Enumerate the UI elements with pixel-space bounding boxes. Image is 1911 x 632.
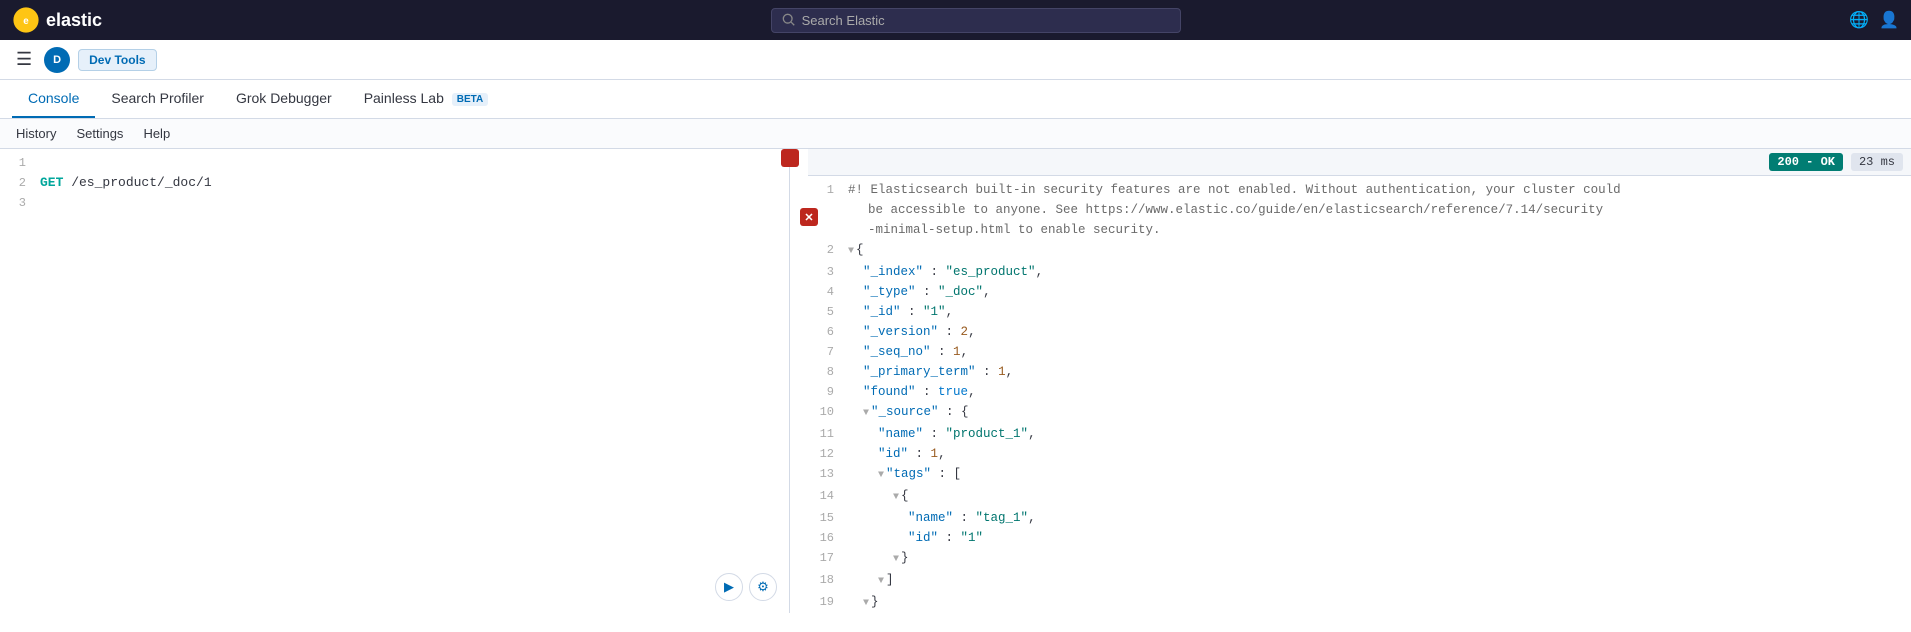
resp-line-2: 2 ▼{ [808, 240, 1911, 262]
resp-line-4: 4 "_type" : "_doc", [808, 282, 1911, 302]
top-bar-right: 🌐 👤 [1849, 10, 1899, 30]
search-placeholder: Search Elastic [802, 13, 885, 28]
resp-line-11: 11 "name" : "product_1", [808, 424, 1911, 444]
dev-tools-button[interactable]: Dev Tools [78, 49, 156, 71]
editor-line-3: 3 [0, 193, 789, 213]
error-icon [781, 149, 799, 167]
line-num-3: 3 [0, 193, 36, 213]
time-badge: 23 ms [1851, 153, 1903, 171]
tab-bar: Console Search Profiler Grok Debugger Pa… [0, 80, 1911, 119]
tab-search-profiler[interactable]: Search Profiler [95, 80, 220, 118]
beta-badge: BETA [452, 93, 488, 106]
status-badge: 200 - OK [1769, 153, 1843, 171]
resp-line-18: 18 ▼] [808, 570, 1911, 592]
resp-line-15: 15 "name" : "tag_1", [808, 508, 1911, 528]
collapse-13[interactable]: ▼ [878, 466, 884, 486]
search-icon [782, 13, 796, 27]
elastic-logo-icon: e [12, 6, 40, 34]
user-icon[interactable]: 👤 [1879, 10, 1899, 30]
line-content-2: GET /es_product/_doc/1 [36, 173, 789, 193]
help-button[interactable]: Help [139, 123, 174, 144]
search-bar[interactable]: Search Elastic [771, 8, 1181, 33]
menu-button[interactable]: ☰ [12, 45, 36, 74]
resp-line-17: 17 ▼} [808, 548, 1911, 570]
response-header: 200 - OK 23 ms [808, 149, 1911, 176]
editor-actions: ▶ ⚙ [715, 573, 777, 601]
editor-line-2: 2 GET /es_product/_doc/1 [0, 173, 789, 193]
editor-lines: 1 2 GET /es_product/_doc/1 3 [0, 149, 789, 217]
top-bar: e elastic Search Elastic 🌐 👤 [0, 0, 1911, 40]
line-num-2: 2 [0, 173, 36, 193]
resp-line-5: 5 "_id" : "1", [808, 302, 1911, 322]
resp-line-19: 19 ▼} [808, 592, 1911, 613]
globe-icon[interactable]: 🌐 [1849, 10, 1869, 30]
collapse-2[interactable]: ▼ [848, 242, 854, 262]
http-method: GET [40, 175, 63, 190]
secondary-bar: ☰ D Dev Tools [0, 40, 1911, 80]
resp-line-10: 10 ▼"_source" : { [808, 402, 1911, 424]
svg-text:e: e [23, 16, 29, 27]
elastic-logo-text: elastic [46, 10, 102, 31]
collapse-14[interactable]: ▼ [893, 488, 899, 508]
response-comment-2: be accessible to anyone. See https://www… [808, 200, 1911, 220]
resp-line-12: 12 "id" : 1, [808, 444, 1911, 464]
editor-pane[interactable]: 1 2 GET /es_product/_doc/1 3 ▶ ⚙ [0, 149, 790, 613]
tab-painless-lab[interactable]: Painless Lab BETA [348, 80, 505, 118]
resp-line-9: 9 "found" : true, [808, 382, 1911, 402]
collapse-19[interactable]: ▼ [863, 594, 869, 613]
tab-console[interactable]: Console [12, 80, 95, 118]
tab-grok-debugger[interactable]: Grok Debugger [220, 80, 348, 118]
response-comment-1: 1 #! Elasticsearch built-in security fea… [808, 180, 1911, 200]
toolbar: History Settings Help [0, 119, 1911, 149]
history-button[interactable]: History [12, 123, 60, 144]
tools-button[interactable]: ⚙ [749, 573, 777, 601]
resp-line-16: 16 "id" : "1" [808, 528, 1911, 548]
run-button[interactable]: ▶ [715, 573, 743, 601]
resp-line-6: 6 "_version" : 2, [808, 322, 1911, 342]
resp-line-8: 8 "_primary_term" : 1, [808, 362, 1911, 382]
collapse-17[interactable]: ▼ [893, 550, 899, 570]
resp-line-3: 3 "_index" : "es_product", [808, 262, 1911, 282]
avatar: D [44, 47, 70, 73]
search-bar-wrapper: Search Elastic [114, 8, 1837, 33]
response-pane[interactable]: 200 - OK 23 ms 1 #! Elasticsearch built-… [808, 149, 1911, 613]
main-content: 1 2 GET /es_product/_doc/1 3 ▶ ⚙ 200 - O… [0, 149, 1911, 613]
resp-line-14: 14 ▼{ [808, 486, 1911, 508]
collapse-10[interactable]: ▼ [863, 404, 869, 424]
resp-line-7: 7 "_seq_no" : 1, [808, 342, 1911, 362]
line-num-1: 1 [0, 153, 36, 173]
resp-line-13: 13 ▼"tags" : [ [808, 464, 1911, 486]
response-content: 1 #! Elasticsearch built-in security fea… [808, 176, 1911, 613]
collapse-18[interactable]: ▼ [878, 572, 884, 592]
response-comment-3: -minimal-setup.html to enable security. [808, 220, 1911, 240]
elastic-logo: e elastic [12, 6, 102, 34]
settings-button[interactable]: Settings [72, 123, 127, 144]
editor-line-1: 1 [0, 153, 789, 173]
